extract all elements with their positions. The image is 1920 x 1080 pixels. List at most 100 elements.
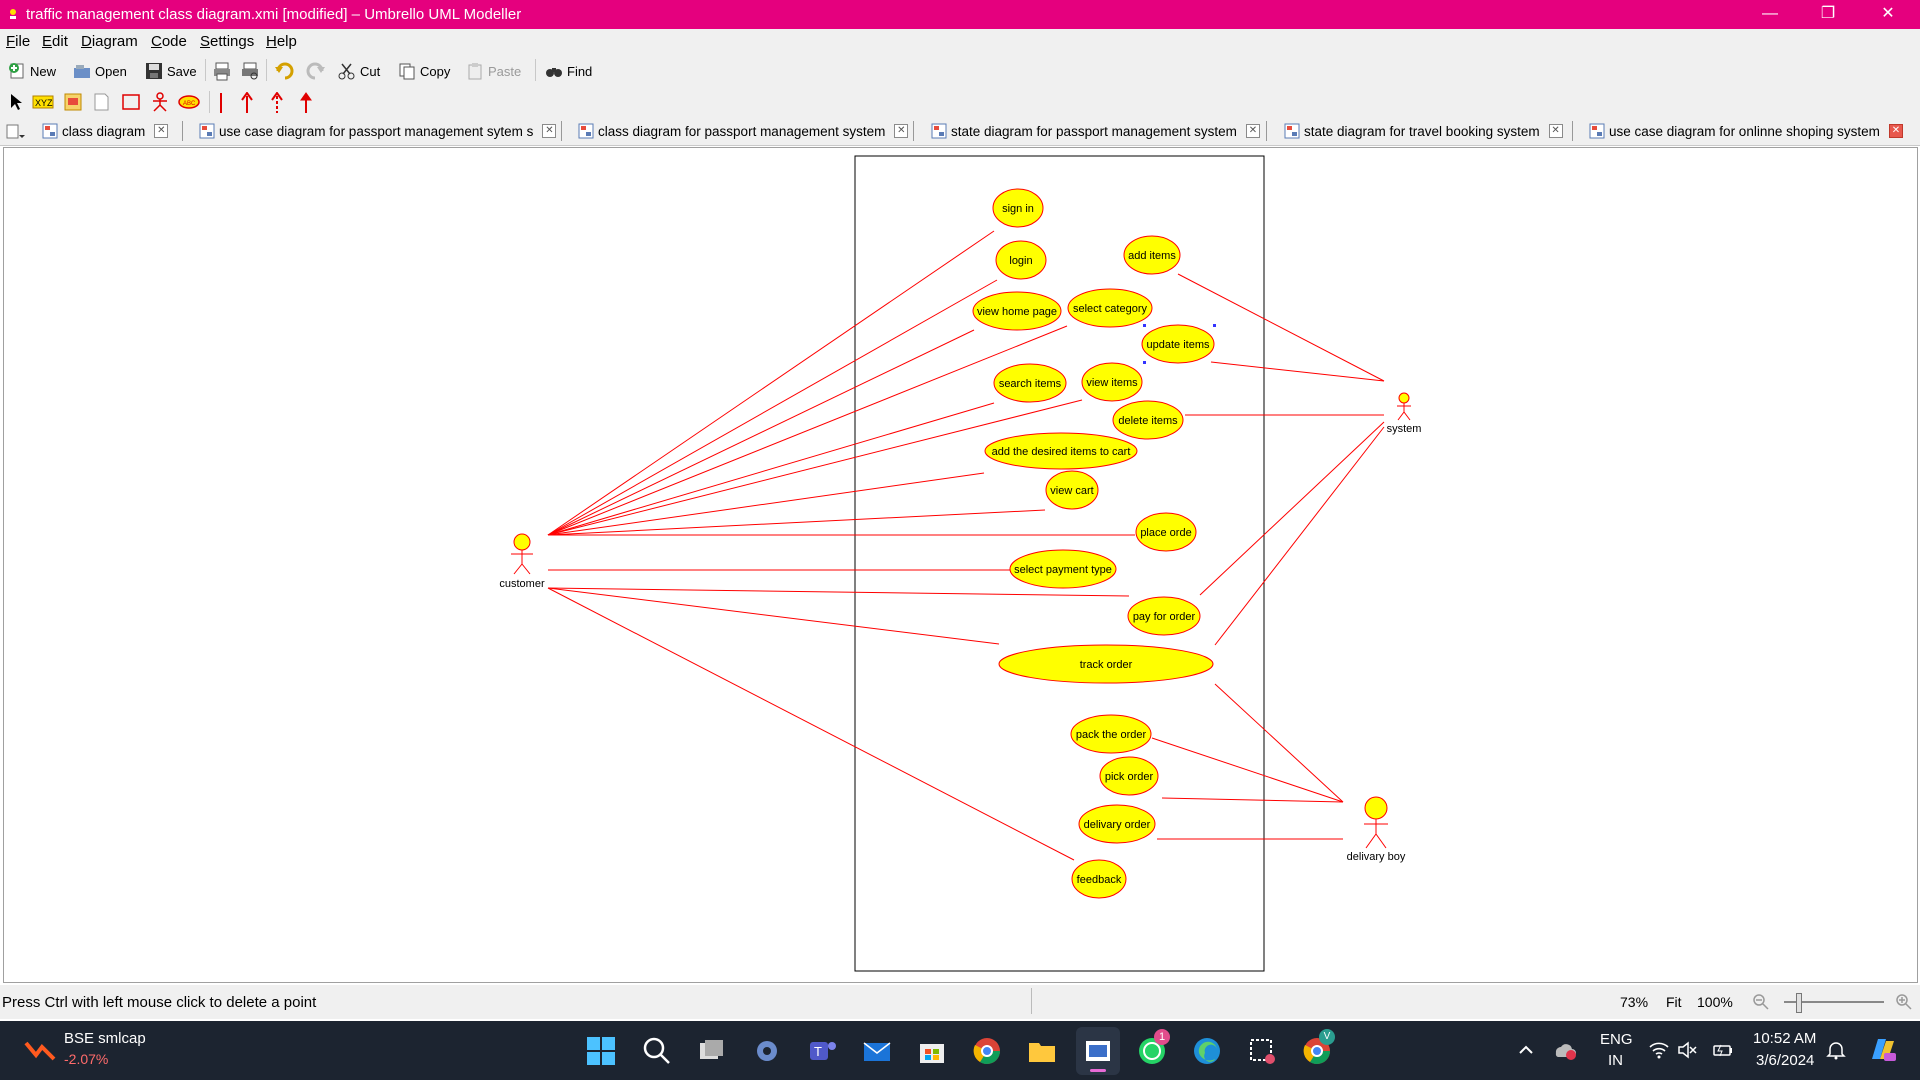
menu-file[interactable]: File bbox=[6, 33, 30, 50]
windows-start-icon[interactable] bbox=[585, 1035, 617, 1067]
close-button[interactable]: ✕ bbox=[1860, 0, 1916, 29]
assoc-line[interactable] bbox=[1210, 361, 1385, 382]
assoc-line[interactable] bbox=[547, 399, 1083, 536]
whatsapp-button[interactable]: 1 bbox=[1136, 1029, 1170, 1067]
actor-delivery-boy[interactable]: delivary boy bbox=[1347, 796, 1406, 863]
zoom-out-icon[interactable] bbox=[1752, 993, 1770, 1011]
snipping-tool-icon[interactable] bbox=[1246, 1035, 1278, 1067]
dependency-icon[interactable] bbox=[270, 92, 284, 114]
tab-state-travel[interactable]: state diagram for travel booking system … bbox=[1284, 119, 1563, 143]
actor-icon[interactable] bbox=[150, 92, 170, 112]
usecase-track-order[interactable]: track order bbox=[998, 644, 1214, 684]
usecase-delivery-order[interactable]: delivary order bbox=[1078, 804, 1156, 844]
usecase-place-order[interactable]: place orde bbox=[1135, 512, 1197, 552]
assoc-line[interactable] bbox=[547, 509, 1046, 536]
usecase-add-items[interactable]: add items bbox=[1123, 235, 1181, 275]
cut-button[interactable]: Cut bbox=[338, 60, 380, 82]
tab-use-case-passport[interactable]: use case diagram for passport management… bbox=[199, 119, 557, 143]
usecase-search-items[interactable]: search items bbox=[993, 363, 1067, 403]
file-explorer-icon[interactable] bbox=[1026, 1035, 1058, 1067]
mail-icon[interactable] bbox=[861, 1035, 893, 1067]
usecase-view-items[interactable]: view items bbox=[1081, 362, 1143, 402]
tab-close-icon[interactable]: ✕ bbox=[894, 124, 909, 138]
actor-system[interactable]: system bbox=[1387, 392, 1422, 435]
paste-button[interactable]: Paste bbox=[466, 60, 521, 82]
redo-icon[interactable] bbox=[304, 61, 326, 81]
menu-help[interactable]: Help bbox=[266, 33, 297, 50]
tab-close-icon[interactable]: ✕ bbox=[542, 124, 557, 138]
stock-widget-icon[interactable] bbox=[24, 1037, 56, 1063]
new-button[interactable]: New bbox=[8, 60, 56, 82]
assoc-line[interactable] bbox=[1177, 273, 1385, 382]
anchor-text-icon[interactable]: XYZ bbox=[32, 93, 54, 111]
tab-close-icon[interactable]: ✕ bbox=[154, 124, 169, 138]
settings-icon[interactable] bbox=[751, 1035, 783, 1067]
actor-customer[interactable]: customer bbox=[499, 533, 545, 590]
tab-close-icon[interactable]: ✕ bbox=[1888, 124, 1903, 138]
assoc-line[interactable] bbox=[547, 587, 1130, 597]
save-button[interactable]: Save bbox=[145, 60, 197, 82]
assoc-line[interactable] bbox=[547, 587, 1000, 645]
assoc-line[interactable] bbox=[1214, 426, 1385, 646]
tab-close-icon[interactable]: ✕ bbox=[1245, 124, 1260, 138]
zoom-fit-button[interactable]: Fit bbox=[1666, 994, 1682, 1010]
association-line-icon[interactable] bbox=[216, 92, 226, 114]
assoc-line[interactable] bbox=[547, 587, 1075, 861]
usecase-select-category[interactable]: select category bbox=[1067, 288, 1153, 328]
edge-icon[interactable] bbox=[1191, 1035, 1223, 1067]
assoc-line[interactable] bbox=[1161, 797, 1344, 803]
onedrive-error-icon[interactable] bbox=[1553, 1039, 1577, 1061]
assoc-line[interactable] bbox=[1151, 737, 1344, 803]
volume-muted-icon[interactable] bbox=[1677, 1041, 1697, 1059]
assoc-line[interactable] bbox=[1214, 683, 1344, 803]
box-icon[interactable] bbox=[92, 92, 110, 112]
task-view-icon[interactable] bbox=[696, 1035, 728, 1067]
maximize-button[interactable]: ❐ bbox=[1800, 0, 1856, 29]
usecase-view-cart[interactable]: view cart bbox=[1045, 470, 1099, 510]
usecase-pay-for-order[interactable]: pay for order bbox=[1127, 596, 1201, 636]
usecase-delete-items[interactable]: delete items bbox=[1112, 400, 1184, 440]
zoom-100-button[interactable]: 100% bbox=[1697, 994, 1733, 1010]
generalization-icon[interactable] bbox=[299, 92, 313, 114]
tab-close-icon[interactable]: ✕ bbox=[1548, 124, 1563, 138]
tab-class-passport[interactable]: class diagram for passport management sy… bbox=[578, 119, 909, 143]
clock-time[interactable]: 10:52 AM bbox=[1753, 1030, 1816, 1047]
assoc-line[interactable] bbox=[547, 279, 998, 536]
usecase-add-to-cart[interactable]: add the desired items to cart bbox=[984, 432, 1138, 470]
select-arrow-icon[interactable] bbox=[8, 93, 24, 111]
menu-settings[interactable]: Settings bbox=[200, 33, 254, 50]
assoc-line[interactable] bbox=[1199, 421, 1385, 596]
directional-association-icon[interactable] bbox=[240, 92, 254, 114]
stock-name[interactable]: BSE smlcap bbox=[64, 1030, 146, 1047]
menu-edit[interactable]: Edit bbox=[42, 33, 68, 50]
chevron-up-icon[interactable] bbox=[1517, 1041, 1535, 1059]
usecase-pick-order[interactable]: pick order bbox=[1099, 756, 1159, 796]
note-icon[interactable] bbox=[63, 92, 83, 112]
usecase-feedback[interactable]: feedback bbox=[1071, 859, 1127, 899]
usecase-icon[interactable]: ABC bbox=[177, 94, 201, 110]
rectangle-icon[interactable] bbox=[121, 93, 141, 111]
diagram-canvas[interactable]: customer system delivary boy sign in log… bbox=[3, 147, 1918, 983]
copilot-icon[interactable] bbox=[1866, 1035, 1898, 1065]
chrome-profile-button[interactable]: V bbox=[1301, 1029, 1335, 1067]
chrome-icon[interactable] bbox=[971, 1035, 1003, 1067]
menu-code[interactable]: Code bbox=[151, 33, 187, 50]
tab-use-case-shopping[interactable]: use case diagram for onlinne shoping sys… bbox=[1589, 119, 1903, 143]
new-tab-icon[interactable] bbox=[5, 123, 25, 141]
undo-icon[interactable] bbox=[274, 61, 296, 81]
usecase-select-payment-type[interactable]: select payment type bbox=[1009, 549, 1117, 589]
assoc-line[interactable] bbox=[547, 230, 995, 536]
assoc-line[interactable] bbox=[547, 325, 1068, 536]
store-icon[interactable] bbox=[916, 1035, 948, 1067]
print-icon[interactable] bbox=[212, 61, 232, 81]
notification-bell-icon[interactable] bbox=[1825, 1039, 1847, 1061]
umbrello-taskbar-button[interactable] bbox=[1076, 1027, 1120, 1075]
language-code[interactable]: ENG bbox=[1600, 1031, 1633, 1048]
wifi-icon[interactable] bbox=[1649, 1041, 1669, 1059]
tab-state-passport[interactable]: state diagram for passport management sy… bbox=[931, 119, 1260, 143]
open-button[interactable]: Open bbox=[73, 60, 127, 82]
usecase-login[interactable]: login bbox=[995, 240, 1047, 280]
zoom-slider-handle[interactable] bbox=[1796, 993, 1802, 1013]
battery-icon[interactable] bbox=[1712, 1041, 1734, 1059]
print-preview-icon[interactable] bbox=[240, 61, 260, 81]
